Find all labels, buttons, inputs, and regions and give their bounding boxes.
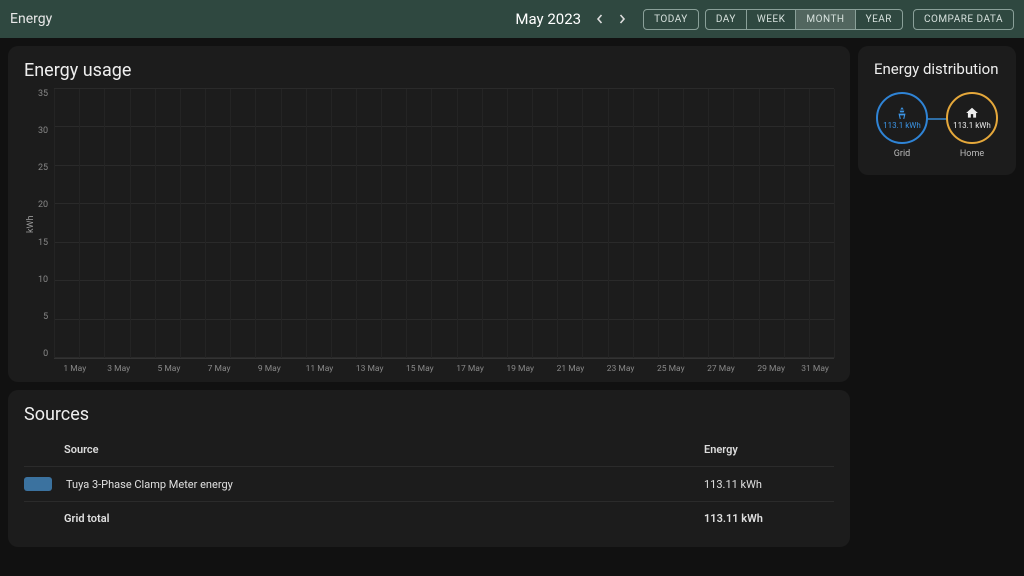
current-period-label: May 2023 [515, 10, 581, 28]
date-navigator: May 2023 [515, 8, 633, 30]
app-header: Energy May 2023 TODAY DAY WEEK MONTH YEA… [0, 0, 1024, 38]
sources-header-row: Source Energy [24, 433, 834, 466]
period-year[interactable]: YEAR [855, 9, 903, 30]
y-axis-label: kWh [24, 89, 38, 359]
source-energy: 113.11 kWh [704, 478, 834, 491]
home-value: 113.1 kWh [953, 121, 991, 130]
compare-data-button[interactable]: COMPARE DATA [913, 9, 1014, 30]
period-week[interactable]: WEEK [746, 9, 797, 30]
home-label: Home [960, 149, 984, 159]
chart-plot-area [54, 89, 834, 359]
home-icon [965, 106, 979, 120]
source-total-value: 113.11 kWh [704, 512, 834, 525]
source-color-swatch [24, 477, 52, 491]
next-period-button[interactable] [611, 8, 633, 30]
period-month[interactable]: MONTH [795, 9, 855, 30]
source-total-row: Grid total 113.11 kWh [24, 501, 834, 535]
home-node[interactable]: 113.1 kWh Home [946, 92, 998, 159]
grid-node[interactable]: 113.1 kWh Grid [876, 92, 928, 159]
period-selector: DAY WEEK MONTH YEAR [705, 9, 903, 30]
chevron-left-icon [595, 14, 605, 24]
page-title: Energy [10, 11, 52, 27]
source-total-label: Grid total [24, 512, 704, 525]
energy-distribution-title: Energy distribution [874, 60, 1000, 78]
y-axis-ticks: 35302520151050 [38, 89, 54, 359]
source-row[interactable]: Tuya 3-Phase Clamp Meter energy 113.11 k… [24, 466, 834, 501]
transmission-tower-icon [895, 106, 909, 120]
period-day[interactable]: DAY [705, 9, 747, 30]
today-button[interactable]: TODAY [643, 9, 699, 30]
chevron-right-icon [617, 14, 627, 24]
x-axis-ticks: 1 May3 May5 May7 May9 May11 May13 May15 … [56, 359, 834, 374]
source-name: Tuya 3-Phase Clamp Meter energy [62, 478, 704, 491]
grid-label: Grid [894, 149, 910, 159]
grid-value: 113.1 kWh [883, 121, 921, 130]
energy-usage-title: Energy usage [24, 60, 834, 81]
prev-period-button[interactable] [589, 8, 611, 30]
energy-usage-card: Energy usage kWh 35302520151050 1 May3 M… [8, 46, 850, 382]
sources-header-energy: Energy [704, 443, 834, 456]
sources-card: Sources Source Energy Tuya 3-Phase Clamp… [8, 390, 850, 547]
sources-title: Sources [24, 404, 834, 425]
sources-header-source: Source [24, 443, 704, 456]
energy-distribution-card: Energy distribution 113.1 kWh Grid 113.1… [858, 46, 1016, 175]
